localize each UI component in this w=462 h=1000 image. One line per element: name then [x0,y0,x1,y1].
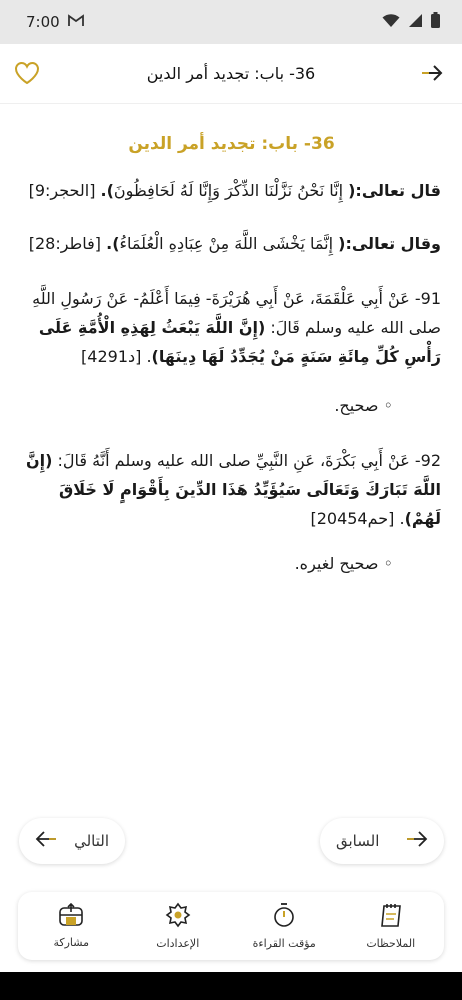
chapter-title: 36- باب: تجديد أمر الدين [128,134,335,154]
verse-2: وقال تعالى:( إِنَّمَا يَخْشَى اللَّهَ مِ… [22,229,441,258]
verse-2-close: ). [106,234,120,253]
bottom-toolbar: مشاركة الإعدادات مؤقت القراءة الملاحظات [18,892,444,960]
share-icon [58,902,84,931]
verse-2-text: إِنَّمَا يَخْشَى اللَّهَ مِنْ عِبَادِهِ … [119,234,339,253]
verse-1-close: ). [100,181,114,200]
hadith-92-grade: ◦ صحيح لغيره. [294,554,393,573]
system-navigation-bar [0,972,462,1000]
settings-button[interactable]: الإعدادات [128,896,228,956]
back-button[interactable] [418,62,446,88]
arrow-left-icon [35,831,57,851]
verse-1-ref: [الحجر:9] [28,181,101,200]
signal-icon [408,13,423,32]
status-time: 7:00 [26,13,60,31]
verse-2-intro: وقال تعالى:( [338,234,441,253]
notes-label: الملاحظات [366,937,416,950]
hadith-91: 91- عَنْ أَبِي عَلْقَمَةَ، عَنْ أَبِي هُ… [22,284,441,371]
reading-timer-label: مؤقت القراءة [252,937,316,950]
timer-icon [272,902,296,932]
verse-1-intro: قال تعالى:( [348,181,441,200]
hadith-92: 92- عَنْ أَبِي بَكْرَةَ، عَنِ النَّبِيِّ… [22,446,441,533]
page-title: 36- باب: تجديد أمر الدين [146,64,316,83]
wifi-icon [382,13,400,32]
next-label: التالي [74,832,109,850]
hadith-91-ref: . [د4291] [81,347,152,366]
app-bar: 36- باب: تجديد أمر الدين [0,44,462,104]
notes-button[interactable]: الملاحظات [341,896,441,956]
settings-label: الإعدادات [156,937,200,950]
screen: 7:00 36- باب: تجديد أمر الدين 36- باب: ت… [0,0,462,1000]
share-label: مشاركة [53,936,89,949]
favorite-button[interactable] [13,61,41,89]
battery-icon [431,12,440,32]
hadith-92-chain: 92- عَنْ أَبِي بَكْرَةَ، عَنِ النَّبِيِّ… [52,451,441,470]
gmail-icon [67,13,84,31]
next-button[interactable]: التالي [19,818,125,864]
arrow-right-icon [406,831,428,851]
verse-1: قال تعالى:( إِنَّا نَحْنُ نَزَّلْنَا الذ… [22,176,441,205]
previous-label: السابق [336,832,380,850]
notes-icon [378,902,404,932]
hadith-91-grade: ◦ صحيح. [334,396,393,415]
settings-icon [165,902,191,932]
verse-1-text: إِنَّا نَحْنُ نَزَّلْنَا الذِّكْرَ وَإِن… [113,181,349,200]
reading-timer-button[interactable]: مؤقت القراءة [234,896,334,956]
previous-button[interactable]: السابق [320,818,444,864]
arrow-right-icon [420,64,444,86]
heart-icon [14,61,40,89]
verse-2-ref: [فاطر:28] [28,234,107,253]
share-button[interactable]: مشاركة [21,896,121,956]
chapter-content: 36- باب: تجديد أمر الدين قال تعالى:( إِن… [0,104,462,804]
status-bar: 7:00 [0,0,462,44]
hadith-92-ref: . [حم20454] [310,509,405,528]
